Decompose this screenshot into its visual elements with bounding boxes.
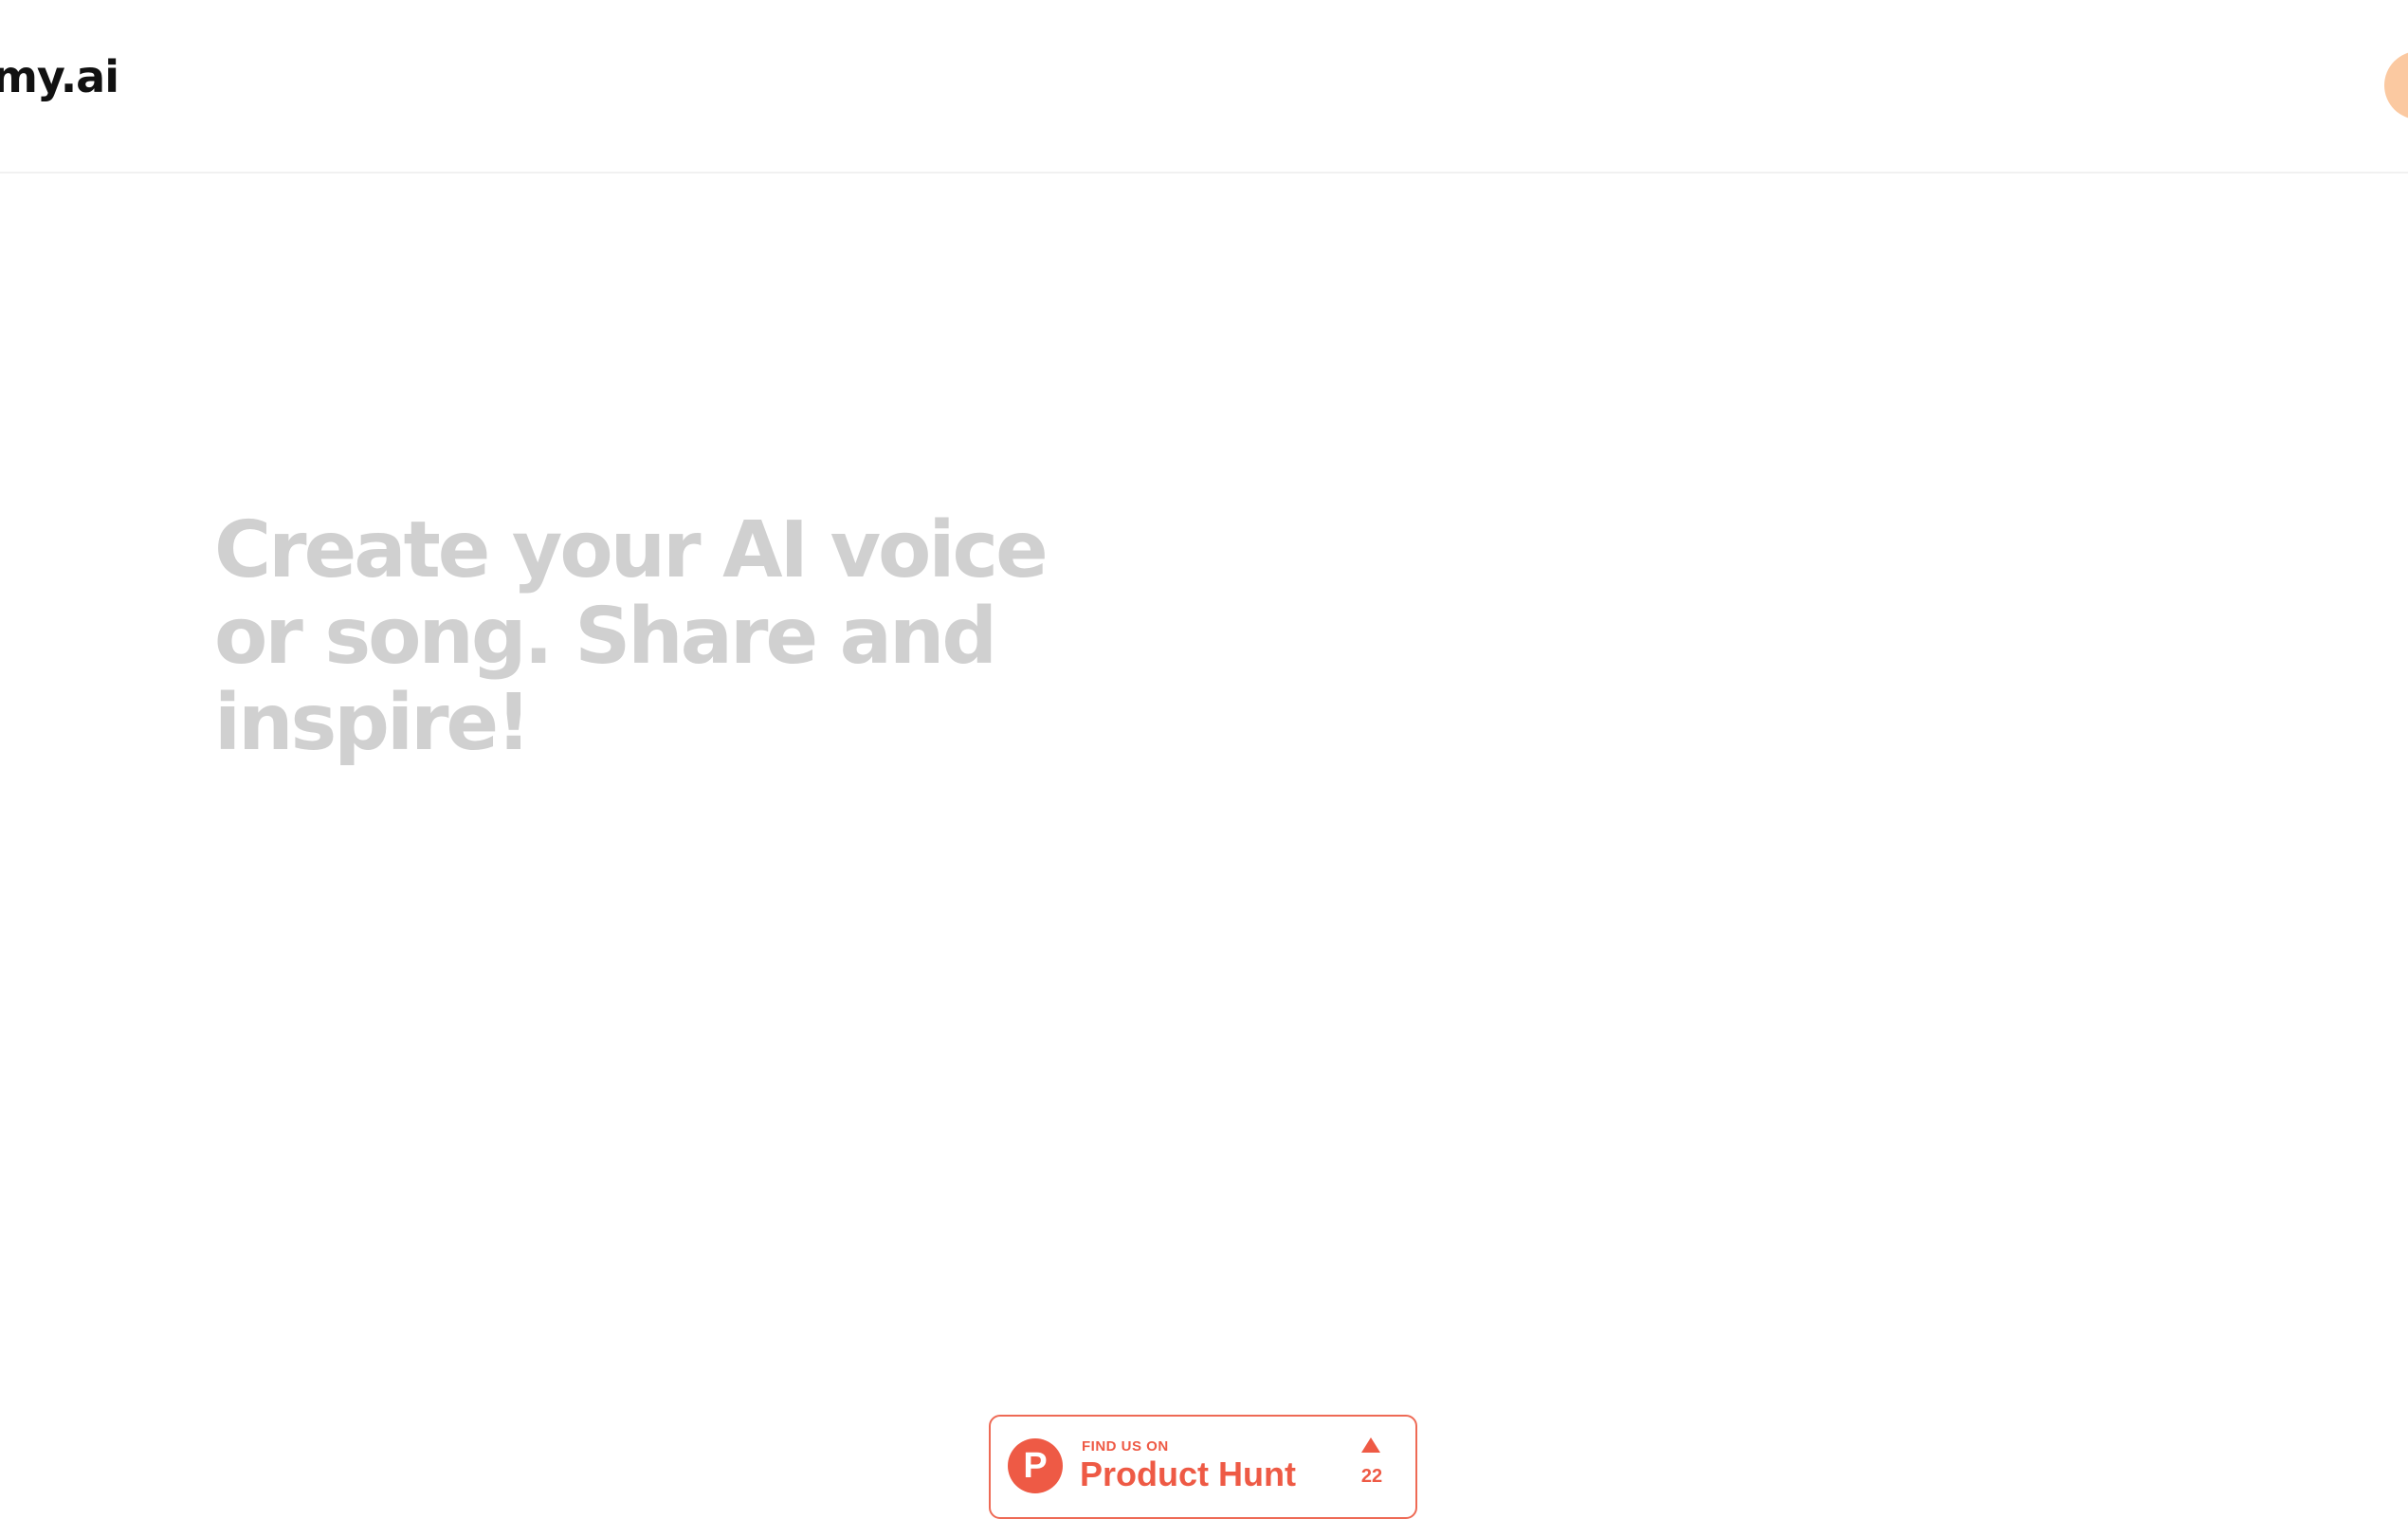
product-hunt-badge[interactable]: P FIND US ON Product Hunt 22 — [989, 1415, 1417, 1519]
upvote-arrow-icon — [1361, 1437, 1380, 1453]
site-header: my.ai — [0, 0, 2408, 174]
hero-title: Create your AI voice or song. Share and … — [214, 505, 1049, 768]
product-hunt-name: Product Hunt — [1080, 1455, 1296, 1493]
user-avatar[interactable] — [2384, 51, 2408, 119]
upvote-count: 22 — [1360, 1466, 1383, 1487]
product-hunt-prefix: FIND US ON — [1082, 1438, 1169, 1455]
product-hunt-logo-icon: P — [1008, 1438, 1063, 1493]
site-logo[interactable]: my.ai — [0, 55, 119, 99]
